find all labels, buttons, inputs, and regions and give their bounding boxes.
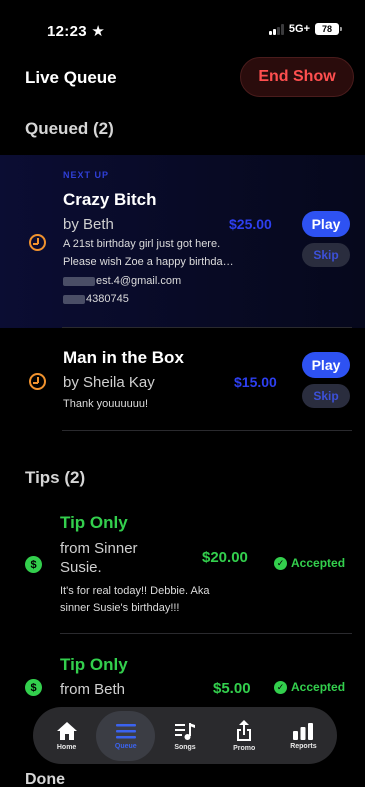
- song-title: Crazy Bitch: [63, 190, 157, 209]
- list-icon: [115, 723, 136, 738]
- requester-name: by Sheila Kay: [63, 374, 155, 391]
- star-icon: ★: [91, 23, 106, 40]
- signal-icon: [269, 23, 284, 35]
- tip-from-line1: from Beth: [60, 681, 126, 698]
- music-list-icon: [175, 722, 195, 740]
- card-divider: [60, 633, 352, 634]
- request-message: Thank youuuuuu!: [63, 398, 149, 410]
- tip-from-line1: from Sinner: [60, 540, 138, 557]
- tip-status-text: Accepted: [291, 680, 346, 694]
- tab-queue[interactable]: Queue: [96, 710, 156, 761]
- card-divider: [62, 430, 352, 431]
- requester-name: by Beth: [63, 216, 114, 233]
- check-icon: ✓: [274, 680, 287, 694]
- tip-amount: $5.00: [213, 680, 251, 697]
- dollar-icon: $: [25, 556, 42, 573]
- request-message-line2: Please wish Zoe a happy birthda…: [63, 256, 234, 268]
- status-time: 12:23 ★: [47, 22, 105, 40]
- next-up-badge: NEXT UP: [63, 170, 110, 180]
- status-time-text: 12:23: [47, 23, 87, 40]
- tab-label: Songs: [174, 743, 196, 751]
- tips-section-title: Tips (2): [25, 468, 86, 487]
- redacted-email-prefix: [63, 276, 95, 286]
- page-title: Live Queue: [25, 68, 117, 87]
- clock-icon: [29, 234, 46, 251]
- done-section-title: Done: [25, 771, 65, 787]
- request-amount: $15.00: [234, 374, 277, 390]
- tab-bar: Home Queue Songs Promo Reports: [33, 707, 337, 764]
- tab-label: Queue: [114, 742, 137, 750]
- tab-promo[interactable]: Promo: [215, 711, 274, 761]
- network-type: 5G+: [288, 23, 310, 35]
- request-email-text: est.4@gmail.com: [96, 275, 182, 287]
- battery-level: 78: [321, 24, 332, 34]
- request-message-line1: A 21st birthday girl just got here.: [63, 238, 221, 250]
- tip-title: Tip Only: [60, 513, 128, 532]
- tip-title: Tip Only: [60, 655, 128, 674]
- tip-amount: $20.00: [202, 549, 248, 566]
- clock-icon: [29, 373, 46, 390]
- tip-status-text: Accepted: [291, 556, 346, 570]
- check-icon: ✓: [274, 556, 287, 570]
- play-button[interactable]: Play: [302, 352, 350, 378]
- tab-label: Home: [56, 743, 77, 751]
- status-bar: 12:23 ★ 5G+ 78: [0, 0, 365, 52]
- house-icon: [56, 721, 77, 740]
- redacted-phone-prefix: [63, 294, 85, 304]
- play-button[interactable]: Play: [302, 211, 350, 237]
- battery-icon: 78: [315, 23, 342, 35]
- bar-chart-icon: [293, 722, 314, 740]
- tab-songs[interactable]: Songs: [155, 711, 214, 761]
- request-email: est.4@gmail.com: [63, 273, 288, 289]
- tip-from-line2: Susie.: [60, 559, 102, 576]
- tip-status: ✓ Accepted: [274, 680, 345, 694]
- live-queue-screen: 12:23 ★ 5G+ 78 Live Queue End Show Queue…: [0, 0, 365, 787]
- end-show-button[interactable]: End Show: [240, 57, 354, 97]
- tip-message-line2: sinner Susie's birthday!!!: [60, 602, 180, 614]
- card-divider: [62, 327, 352, 328]
- song-title: Man in the Box: [63, 348, 184, 367]
- tab-label: Reports: [290, 742, 317, 750]
- status-indicators: 5G+ 78: [269, 23, 342, 35]
- skip-button[interactable]: Skip: [302, 384, 350, 408]
- share-icon: [237, 719, 252, 741]
- skip-button[interactable]: Skip: [302, 243, 350, 267]
- tab-label: Promo: [233, 744, 256, 752]
- tip-status: ✓ Accepted: [274, 556, 345, 570]
- request-phone: 4380745: [63, 291, 288, 307]
- request-phone-text: 4380745: [86, 293, 129, 305]
- tip-message-line1: It's for real today!! Debbie. Aka: [60, 585, 210, 597]
- request-amount: $25.00: [229, 216, 272, 232]
- queued-section-title: Queued (2): [25, 119, 114, 138]
- tab-home[interactable]: Home: [37, 711, 96, 761]
- tab-reports[interactable]: Reports: [274, 711, 333, 761]
- dollar-icon: $: [25, 679, 42, 696]
